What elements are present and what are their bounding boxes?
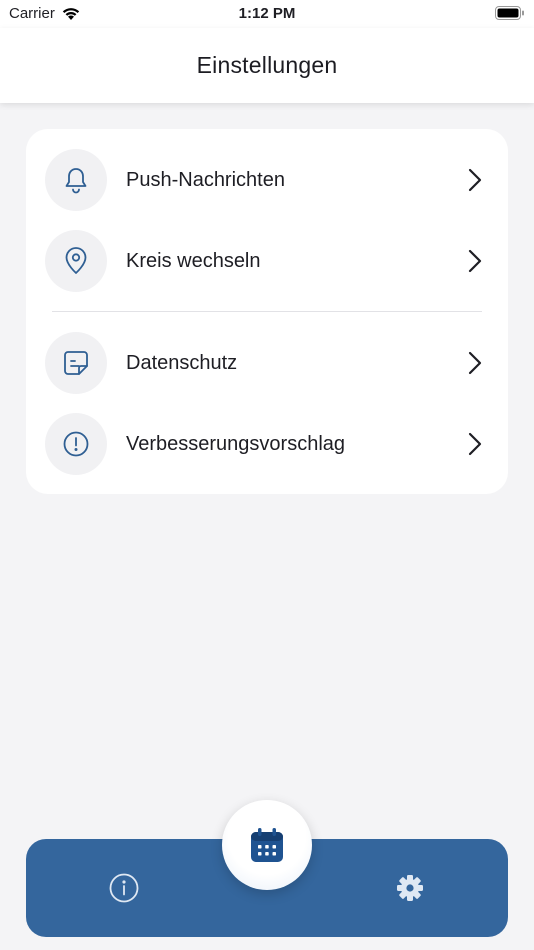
settings-item-label: Datenschutz	[126, 351, 238, 374]
status-bar: Carrier 1:12 PM	[0, 0, 534, 28]
page-title: Einstellungen	[196, 52, 338, 78]
exclamation-circle-icon	[45, 413, 107, 475]
settings-item-label: Verbesserungsvorschlag	[126, 432, 346, 455]
info-icon	[109, 873, 139, 903]
calendar-button[interactable]	[222, 800, 312, 890]
calendar-icon	[251, 828, 283, 862]
settings-card: Push-Nachrichten Kreis wechseln Datensch…	[26, 129, 508, 494]
document-icon	[45, 332, 107, 394]
settings-item-label: Push-Nachrichten	[126, 168, 285, 191]
tab-settings[interactable]	[394, 872, 426, 904]
status-time: 1:12 PM	[238, 5, 296, 22]
chevron-right-icon	[468, 432, 482, 456]
location-pin-icon	[45, 230, 107, 292]
settings-item-datenschutz[interactable]: Datenschutz	[26, 331, 508, 395]
bell-icon	[45, 149, 107, 211]
tab-info[interactable]	[108, 872, 140, 904]
battery-icon	[495, 6, 524, 20]
settings-item-label: Kreis wechseln	[126, 249, 261, 272]
chevron-right-icon	[468, 351, 482, 375]
divider	[52, 311, 482, 312]
settings-item-kreis-wechseln[interactable]: Kreis wechseln	[26, 229, 508, 293]
settings-item-push-nachrichten[interactable]: Push-Nachrichten	[26, 148, 508, 212]
header: Einstellungen	[0, 28, 534, 103]
chevron-right-icon	[468, 168, 482, 192]
chevron-right-icon	[468, 249, 482, 273]
settings-item-verbesserungsvorschlag[interactable]: Verbesserungsvorschlag	[26, 412, 508, 476]
gear-icon	[397, 875, 423, 901]
